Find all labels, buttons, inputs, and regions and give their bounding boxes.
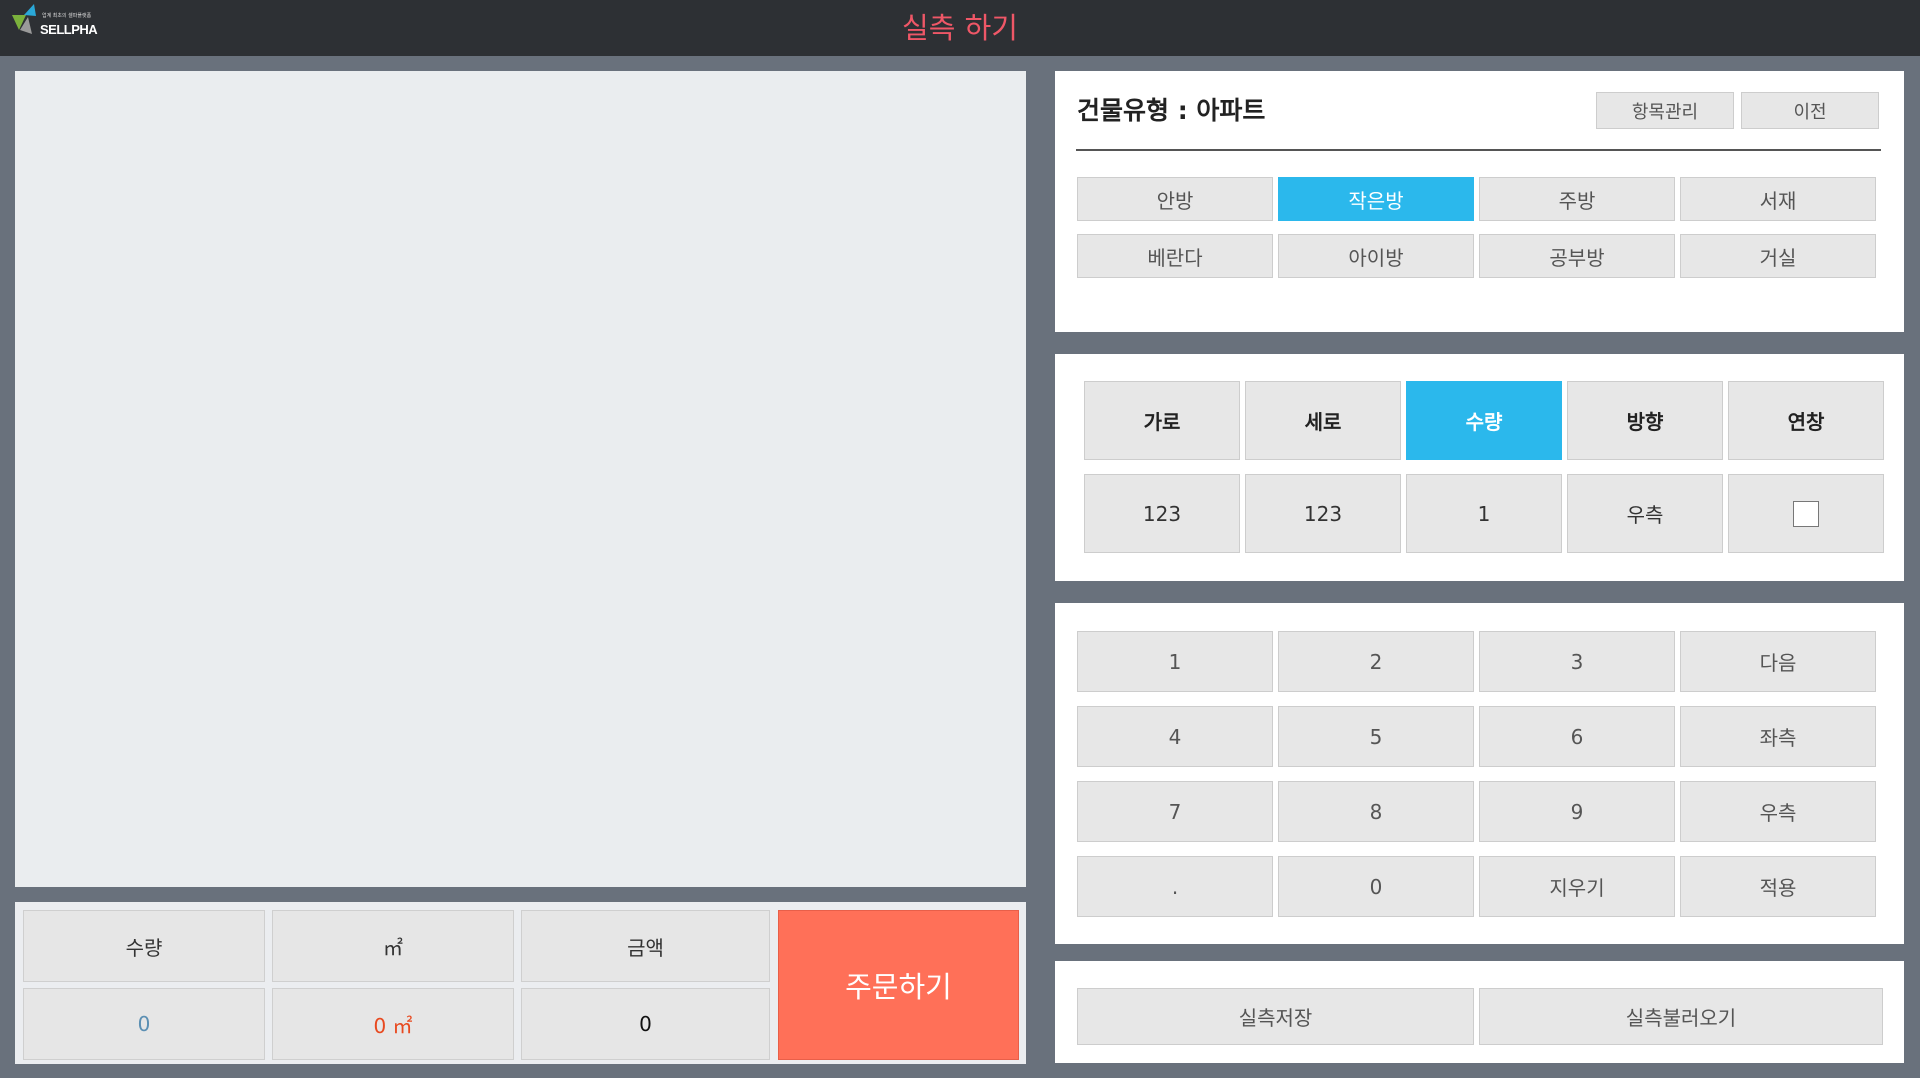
top-bar: 업계 최초의 셀파플랫폼 SELLPHA 실측 하기 bbox=[0, 0, 1920, 56]
key-5[interactable]: 5 bbox=[1278, 706, 1474, 767]
key-right[interactable]: 우측 bbox=[1680, 781, 1876, 842]
quantity-label: 수량 bbox=[23, 910, 265, 982]
room-tab-living-room[interactable]: 거실 bbox=[1680, 234, 1876, 278]
extend-window-header[interactable]: 연창 bbox=[1728, 381, 1884, 460]
quantity-value: 0 bbox=[23, 988, 265, 1060]
room-tab-small-room[interactable]: 작은방 bbox=[1278, 177, 1474, 221]
extend-window-cell bbox=[1728, 474, 1884, 553]
measurement-panel: 가로 세로 수량 방향 연창 123 123 1 우측 bbox=[1055, 354, 1904, 581]
load-measurement-button[interactable]: 실측불러오기 bbox=[1479, 988, 1883, 1045]
width-value[interactable]: 123 bbox=[1084, 474, 1240, 553]
direction-header[interactable]: 방향 bbox=[1567, 381, 1723, 460]
area-label: ㎡ bbox=[272, 910, 514, 982]
height-header[interactable]: 세로 bbox=[1245, 381, 1401, 460]
order-button[interactable]: 주문하기 bbox=[778, 910, 1019, 1060]
height-value[interactable]: 123 bbox=[1245, 474, 1401, 553]
key-9[interactable]: 9 bbox=[1479, 781, 1675, 842]
room-tab-kitchen[interactable]: 주방 bbox=[1479, 177, 1675, 221]
direction-value[interactable]: 우측 bbox=[1567, 474, 1723, 553]
manage-items-button[interactable]: 항목관리 bbox=[1596, 92, 1734, 129]
amount-label: 금액 bbox=[521, 910, 770, 982]
key-4[interactable]: 4 bbox=[1077, 706, 1273, 767]
key-2[interactable]: 2 bbox=[1278, 631, 1474, 692]
key-1[interactable]: 1 bbox=[1077, 631, 1273, 692]
save-load-panel: 실측저장 실측불러오기 bbox=[1055, 961, 1904, 1063]
building-type-panel: 건물유형 : 아파트 항목관리 이전 안방 작은방 주방 서재 베란다 아이방 … bbox=[1055, 71, 1904, 332]
width-header[interactable]: 가로 bbox=[1084, 381, 1240, 460]
quantity-header[interactable]: 수량 bbox=[1406, 381, 1562, 460]
key-7[interactable]: 7 bbox=[1077, 781, 1273, 842]
key-0[interactable]: 0 bbox=[1278, 856, 1474, 917]
room-tab-kids-room[interactable]: 아이방 bbox=[1278, 234, 1474, 278]
key-8[interactable]: 8 bbox=[1278, 781, 1474, 842]
key-apply[interactable]: 적용 bbox=[1680, 856, 1876, 917]
extend-window-checkbox[interactable] bbox=[1793, 500, 1819, 527]
key-next[interactable]: 다음 bbox=[1680, 631, 1876, 692]
room-tab-veranda[interactable]: 베란다 bbox=[1077, 234, 1273, 278]
key-3[interactable]: 3 bbox=[1479, 631, 1675, 692]
save-measurement-button[interactable]: 실측저장 bbox=[1077, 988, 1474, 1045]
room-tab-study-room[interactable]: 공부방 bbox=[1479, 234, 1675, 278]
quantity-value-cell[interactable]: 1 bbox=[1406, 474, 1562, 553]
amount-value: 0 bbox=[521, 988, 770, 1060]
building-type-title: 건물유형 : 아파트 bbox=[1077, 96, 1266, 125]
keypad-panel: 1 2 3 다음 4 5 6 좌측 7 8 9 우측 . 0 지우기 적용 bbox=[1055, 603, 1904, 944]
key-dot[interactable]: . bbox=[1077, 856, 1273, 917]
key-6[interactable]: 6 bbox=[1479, 706, 1675, 767]
divider bbox=[1076, 149, 1881, 151]
measurement-canvas[interactable] bbox=[15, 71, 1026, 887]
key-left[interactable]: 좌측 bbox=[1680, 706, 1876, 767]
key-erase[interactable]: 지우기 bbox=[1479, 856, 1675, 917]
room-tab-study[interactable]: 서재 bbox=[1680, 177, 1876, 221]
summary-panel: 수량 ㎡ 금액 0 0 ㎡ 0 주문하기 bbox=[15, 902, 1026, 1064]
page-title: 실측 하기 bbox=[902, 11, 1018, 45]
area-value: 0 ㎡ bbox=[272, 988, 514, 1060]
previous-button[interactable]: 이전 bbox=[1741, 92, 1879, 129]
room-tab-master[interactable]: 안방 bbox=[1077, 177, 1273, 221]
